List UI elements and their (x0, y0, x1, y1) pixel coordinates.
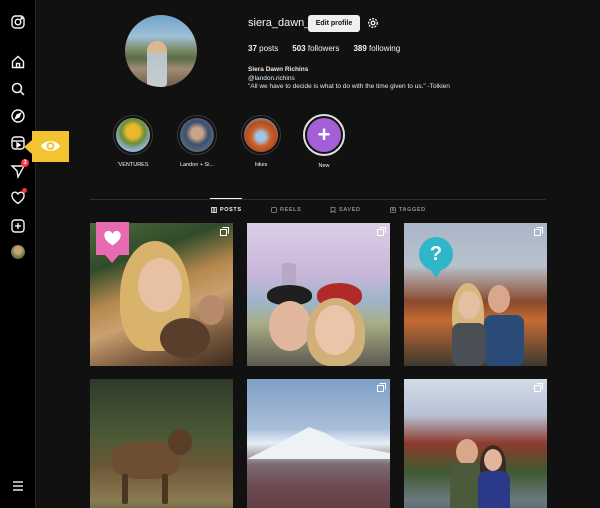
more-menu-icon[interactable] (9, 477, 27, 495)
reels-tab-icon (271, 207, 277, 213)
bio-handle-link[interactable]: @landon.richins (248, 75, 450, 84)
create-icon[interactable] (9, 217, 27, 235)
profile-stats: 37 posts 503 followers 389 following (248, 44, 400, 53)
profile-bio: Siera Dawn Richins @landon.richins "All … (248, 66, 450, 92)
profile-picture[interactable] (125, 15, 197, 87)
username: siera_dawn_ (248, 17, 311, 29)
bookmark-icon (330, 207, 336, 213)
carousel-icon (377, 383, 386, 392)
carousel-icon (220, 227, 229, 236)
bio-full-name: Siera Dawn Richins (248, 66, 309, 73)
tag-icon (390, 207, 396, 213)
heart-icon (104, 231, 121, 246)
edit-profile-button[interactable]: Edit profile (308, 15, 360, 32)
settings-gear-icon[interactable] (367, 17, 379, 29)
tab-tagged[interactable]: TAGGED (390, 207, 426, 213)
post-2[interactable] (247, 223, 390, 366)
plus-icon: + (307, 118, 341, 152)
highlight-label: Landon + Si... (179, 162, 215, 168)
instagram-icon[interactable] (9, 13, 27, 31)
home-icon[interactable] (9, 53, 27, 71)
highlight-landon-si[interactable]: Landon + Si... (177, 115, 217, 168)
search-icon[interactable] (9, 80, 27, 98)
followers-stat[interactable]: 503 followers (292, 44, 339, 53)
tab-saved[interactable]: SAVED (330, 207, 361, 213)
carousel-icon (377, 227, 386, 236)
post-5[interactable] (247, 379, 390, 508)
eye-icon (41, 141, 60, 151)
profile-picture-person (147, 41, 167, 87)
highlight-label: 'VENTURES (117, 162, 149, 168)
highlight-label: New (318, 163, 330, 169)
bio-quote: "All we have to decide is what to do wit… (248, 83, 450, 90)
active-tab-indicator (210, 198, 242, 199)
tab-divider (90, 199, 546, 200)
notification-dot (22, 188, 27, 193)
notifications-icon[interactable] (9, 188, 27, 207)
tab-posts[interactable]: POSTS (211, 207, 242, 213)
profile-avatar[interactable] (11, 245, 25, 259)
tab-reels[interactable]: REELS (271, 207, 301, 213)
heart-callout (96, 222, 129, 263)
carousel-icon (534, 383, 543, 392)
posts-stat: 37 posts (248, 44, 279, 53)
grid-icon (211, 207, 217, 213)
carousel-icon (534, 227, 543, 236)
highlight-new[interactable]: + New (303, 114, 345, 169)
post-6[interactable] (404, 379, 547, 508)
sidebar: 3 (0, 0, 36, 508)
highlight-hikes[interactable]: hikes (241, 115, 281, 168)
eye-callout (24, 131, 69, 162)
messages-badge: 3 (21, 159, 29, 167)
app-frame: 3 siera_dawn_ Edit profile 37 posts 503 … (0, 0, 600, 508)
post-4[interactable] (90, 379, 233, 508)
highlight-label: hikes (254, 162, 268, 168)
explore-icon[interactable] (9, 107, 27, 125)
messages-icon[interactable]: 3 (9, 159, 29, 180)
question-callout: ? (419, 237, 453, 278)
highlight-ventures[interactable]: 'VENTURES (113, 115, 153, 168)
following-stat[interactable]: 389 following (353, 44, 400, 53)
